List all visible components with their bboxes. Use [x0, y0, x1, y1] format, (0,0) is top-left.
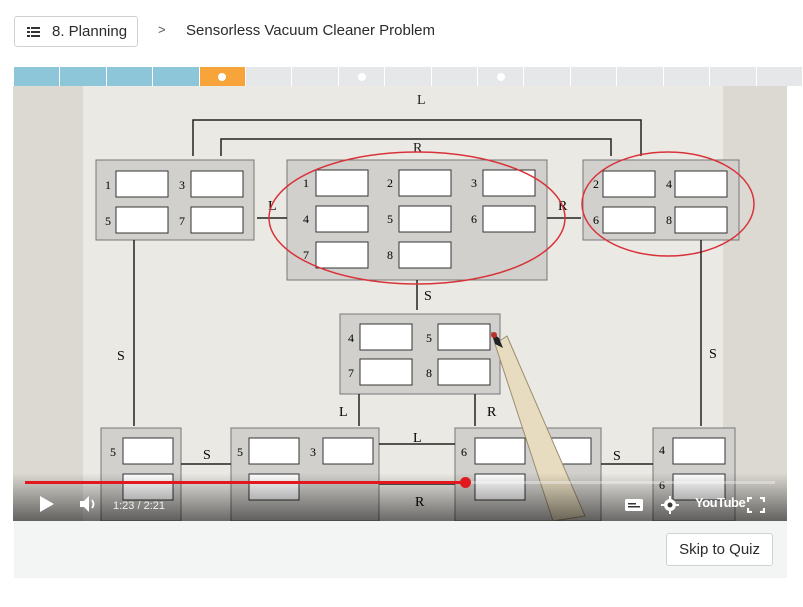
- state-number: 3: [471, 176, 477, 190]
- state-number: 3: [310, 445, 316, 459]
- progress-segment[interactable]: [756, 67, 802, 86]
- progress-segment[interactable]: [60, 67, 106, 86]
- progress-segment[interactable]: [617, 67, 663, 86]
- youtube-logo-button[interactable]: YouTube: [695, 495, 746, 510]
- fullscreen-icon[interactable]: [747, 497, 765, 513]
- state-number: 4: [303, 212, 309, 226]
- action-label: L: [339, 405, 348, 420]
- progress-segment[interactable]: [710, 67, 756, 86]
- video-frame: L R 1 3 5 7 1 2 3 4 5 6 7 8 2 4 6 8 L R …: [13, 86, 787, 521]
- youtube-label: YouTube: [695, 495, 746, 510]
- action-label: R: [487, 405, 497, 420]
- quiz-marker-dot: [357, 72, 366, 81]
- progress-segment[interactable]: [385, 67, 431, 86]
- state-number: 7: [348, 366, 354, 380]
- quiz-marker-dot: [218, 72, 227, 81]
- video-scrubber[interactable]: [25, 477, 775, 488]
- state-number: 4: [659, 443, 665, 457]
- state-number: 6: [593, 213, 599, 227]
- state-number: 8: [426, 366, 432, 380]
- action-label: L: [417, 93, 426, 108]
- state-number: 8: [387, 248, 393, 262]
- action-label: L: [413, 431, 422, 446]
- state-number: 2: [593, 177, 599, 191]
- progress-segment[interactable]: [478, 67, 524, 86]
- state-number: 1: [105, 178, 111, 192]
- progress-segment[interactable]: [106, 67, 153, 86]
- play-icon[interactable]: [39, 495, 55, 513]
- lesson-progress-bar: [14, 67, 803, 86]
- state-number: 7: [179, 214, 185, 228]
- page-title: Sensorless Vacuum Cleaner Problem: [186, 22, 436, 39]
- video-time: 1:23 / 2:21: [113, 500, 165, 512]
- action-label: S: [203, 448, 211, 463]
- progress-segment[interactable]: [570, 67, 617, 86]
- state-number: 6: [461, 445, 467, 459]
- state-number: 5: [426, 331, 432, 345]
- progress-segment[interactable]: [524, 67, 570, 86]
- progress-segment[interactable]: [431, 67, 478, 86]
- progress-segment[interactable]: [338, 67, 385, 86]
- state-number: 5: [110, 445, 116, 459]
- state-number: 5: [105, 214, 111, 228]
- progress-segment[interactable]: [14, 67, 60, 86]
- list-icon: [27, 26, 40, 37]
- lesson-menu-button[interactable]: 8. Planning: [14, 16, 138, 47]
- state-number: 2: [387, 176, 393, 190]
- state-number: 5: [387, 212, 393, 226]
- action-label: R: [413, 141, 423, 156]
- played-bar: [25, 481, 466, 484]
- action-label: S: [424, 289, 432, 304]
- state-number: 4: [348, 331, 354, 345]
- progress-segment[interactable]: [153, 67, 199, 86]
- video-footer: Skip to Quiz: [14, 521, 787, 578]
- volume-icon[interactable]: [79, 495, 99, 513]
- progress-segment[interactable]: [292, 67, 338, 86]
- action-label: S: [613, 449, 621, 464]
- state-number: 1: [303, 176, 309, 190]
- scrubber-knob[interactable]: [460, 477, 472, 488]
- captions-icon[interactable]: [625, 499, 643, 511]
- video-controls: 1:23 / 2:21 YouTube: [13, 473, 787, 521]
- progress-segment[interactable]: [199, 67, 246, 86]
- skip-to-quiz-button[interactable]: Skip to Quiz: [666, 533, 773, 566]
- action-label: S: [709, 347, 717, 362]
- settings-gear-icon[interactable]: [661, 496, 679, 514]
- quiz-marker-dot: [496, 72, 505, 81]
- lesson-label: 8. Planning: [52, 23, 128, 40]
- breadcrumb-separator: >: [158, 22, 166, 37]
- state-number: 6: [471, 212, 477, 226]
- action-label: S: [117, 349, 125, 364]
- progress-segment[interactable]: [663, 67, 710, 86]
- progress-segment[interactable]: [246, 67, 292, 86]
- video-player[interactable]: L R 1 3 5 7 1 2 3 4 5 6 7 8 2 4 6 8 L R …: [13, 86, 787, 521]
- state-number: 4: [666, 177, 672, 191]
- state-number: 3: [179, 178, 185, 192]
- state-number: 8: [666, 213, 672, 227]
- state-number: 5: [237, 445, 243, 459]
